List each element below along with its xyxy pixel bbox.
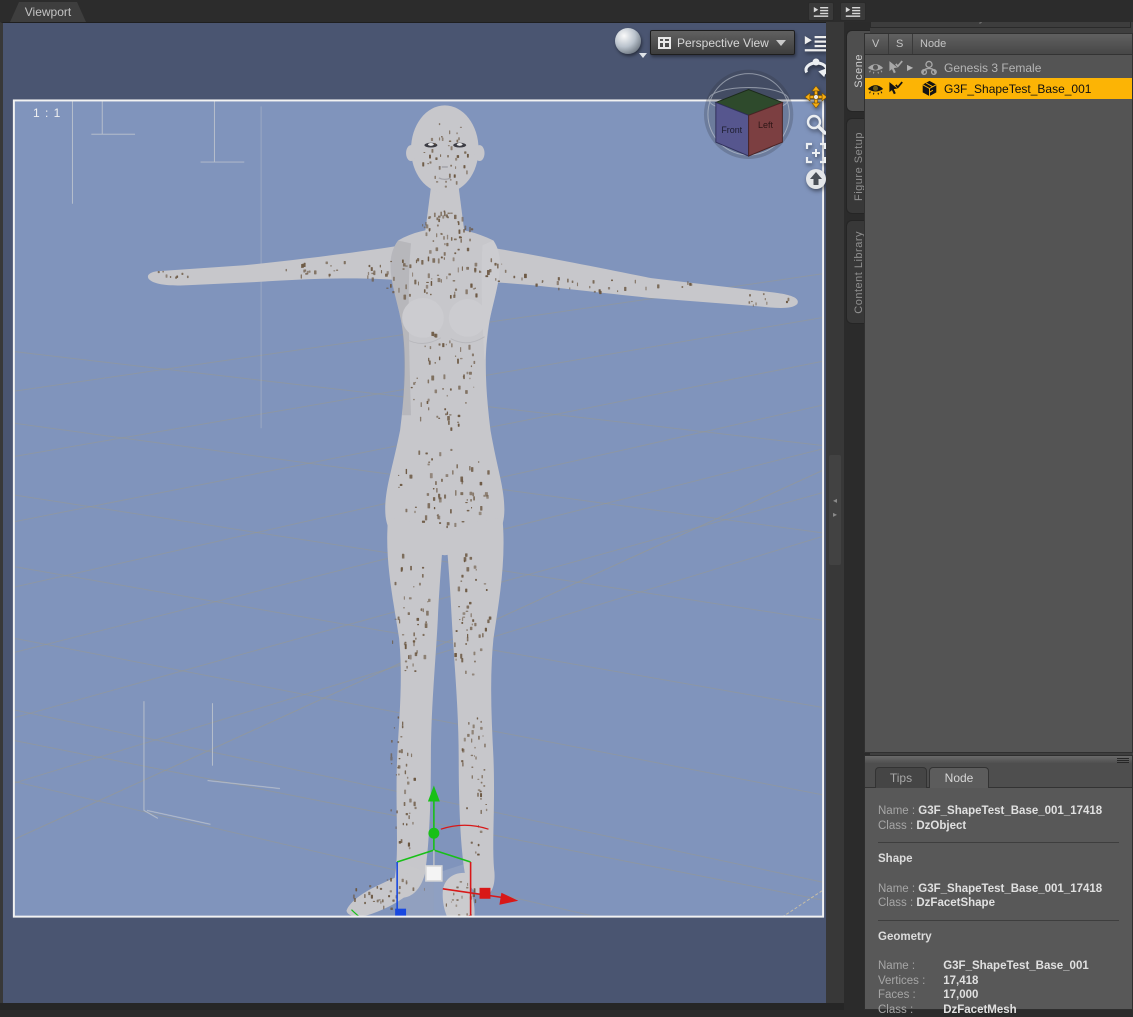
aspect-ratio-label: 1 : 1 <box>33 106 61 120</box>
figure-icon <box>918 60 940 76</box>
tree-header: V S Node <box>865 34 1132 55</box>
geometry-name-value: G3F_ShapeTest_Base_001 <box>943 960 1089 972</box>
cube-icon <box>918 80 940 97</box>
column-selectable: S <box>889 34 913 54</box>
shape-name-value: G3F_ShapeTest_Base_001_17418 <box>918 883 1102 895</box>
view-selector-dropdown[interactable]: Perspective View <box>650 30 795 55</box>
node-label: G3F_ShapeTest_Base_001 <box>940 82 1091 96</box>
tab-node[interactable]: Node <box>929 767 989 789</box>
window-frame-bottom <box>0 1003 844 1010</box>
panel-splitter[interactable]: ◂ ▸ <box>826 22 844 1003</box>
view-cube-left-label: Left <box>758 120 773 130</box>
tree-row-g3f-shapetest[interactable]: G3F_ShapeTest_Base_001 <box>865 78 1132 99</box>
scene-tree[interactable]: V S Node ▶ <box>864 33 1133 753</box>
info-pane-menu-icon[interactable] <box>1117 757 1129 764</box>
shape-heading: Shape <box>878 852 1132 867</box>
geometry-section: Geometry Name : G3F_ShapeTest_Base_001 V… <box>878 930 1132 1017</box>
tree-row-genesis-3-female[interactable]: ▶ Genesis 3 Female <box>865 57 1132 78</box>
node-info-content: Name : G3F_ShapeTest_Base_001_17418 Clas… <box>865 788 1132 1009</box>
tab-tips[interactable]: Tips <box>875 767 927 788</box>
geometry-heading: Geometry <box>878 930 1132 945</box>
viewport-3d-panel[interactable]: Front Left 1 : 1 Perspective View <box>0 22 826 1003</box>
view-cube[interactable]: Front Left <box>704 70 793 159</box>
draw-style-sphere-icon[interactable] <box>615 28 645 58</box>
scene-panel: V S Node ▶ <box>870 0 1133 1010</box>
collapse-left-icon[interactable]: ◂ <box>833 497 837 505</box>
expand-arrow-icon[interactable]: ▶ <box>905 63 918 72</box>
splitter-handle[interactable]: ◂ ▸ <box>829 455 841 565</box>
shape-section: Shape Name : G3F_ShapeTest_Base_001_1741… <box>878 852 1132 911</box>
info-tabs: Tips Node <box>865 764 1132 788</box>
cursor-check-icon[interactable] <box>885 81 905 96</box>
geometry-faces-value: 17,000 <box>943 989 978 1001</box>
view-cube-front-label: Front <box>721 125 742 135</box>
shape-class-value: DzFacetShape <box>916 897 995 909</box>
object-class-value: DzObject <box>916 820 966 832</box>
top-tab-bar: Viewport <box>0 0 1133 22</box>
collapse-right-icon[interactable]: ▸ <box>833 511 837 519</box>
chevron-down-icon <box>776 40 786 46</box>
scene-pane-menu-icon[interactable] <box>840 2 866 21</box>
view-selector-label: Perspective View <box>677 36 769 50</box>
eye-icon[interactable] <box>865 62 885 74</box>
viewport-pane-menu-icon[interactable] <box>808 2 834 21</box>
column-visible: V <box>865 34 889 54</box>
cursor-check-icon[interactable] <box>885 60 905 75</box>
eye-icon[interactable] <box>865 83 885 95</box>
node-label: Genesis 3 Female <box>940 61 1041 75</box>
object-name-value: G3F_ShapeTest_Base_001_17418 <box>918 805 1102 817</box>
geometry-vertices-value: 17,418 <box>943 975 978 987</box>
object-section: Name : G3F_ShapeTest_Base_001_17418 Clas… <box>878 804 1132 833</box>
viewport-scene: Front Left <box>3 23 829 1004</box>
viewport-options-menu-icon[interactable] <box>802 31 828 51</box>
info-panel-header[interactable] <box>865 756 1132 764</box>
column-node: Node <box>913 34 1132 54</box>
tab-viewport[interactable]: Viewport <box>10 2 86 22</box>
info-panel: Tips Node Name : G3F_ShapeTest_Base_001_… <box>864 755 1133 1010</box>
window-pane-icon <box>658 37 671 49</box>
